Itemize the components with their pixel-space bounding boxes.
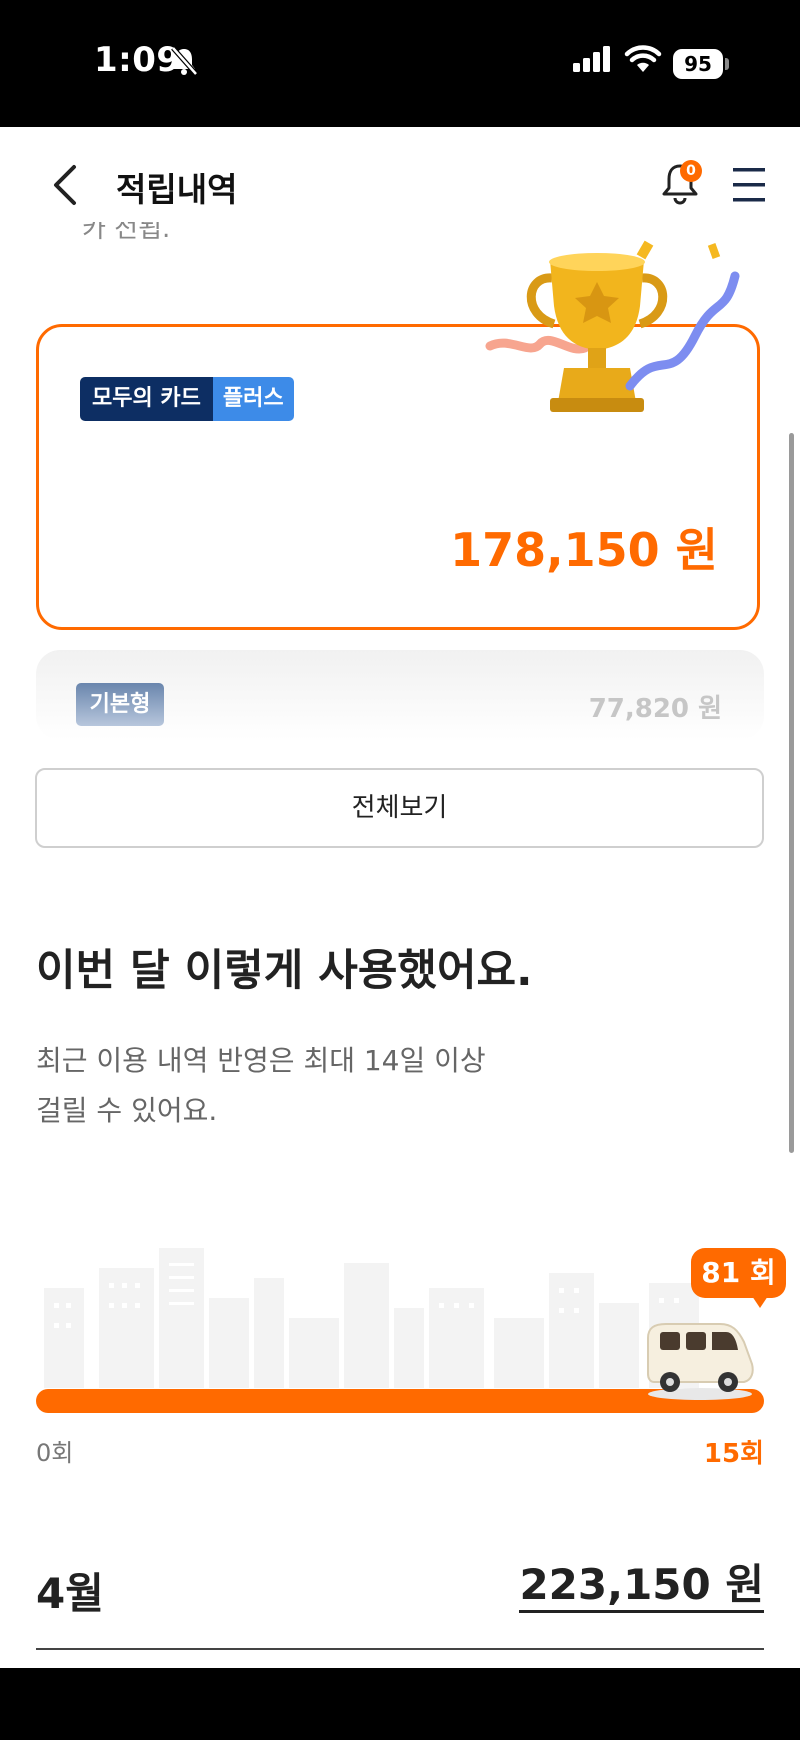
hamburger-menu-icon[interactable] (731, 165, 767, 205)
scrollbar[interactable] (789, 433, 794, 1153)
month-label: 4월 (36, 1569, 104, 1618)
plus-card-tag: 모두의 카드 플러스 (80, 377, 294, 421)
plus-card-amount: 178,150 원 (450, 523, 718, 577)
tag-secondary: 플러스 (212, 377, 294, 421)
wifi-icon (624, 45, 662, 72)
usage-notice: 최근 이용 내역 반영은 최대 14일 이상 걸릴 수 있어요. (36, 1036, 486, 1136)
notification-badge: 0 (680, 160, 702, 182)
view-all-button[interactable]: 전체보기 (35, 768, 764, 848)
scrolled-text-fragment: 카 전됩. (82, 222, 171, 242)
bottom-bar (0, 1668, 800, 1740)
van-icon (647, 1323, 754, 1400)
battery-indicator: 95 (673, 49, 723, 79)
status-time: 1:09 (94, 40, 181, 80)
city-skyline-illustration (44, 1248, 699, 1388)
tag-primary: 모두의 카드 (80, 377, 213, 421)
battery-tip (725, 58, 729, 70)
month-total-amount[interactable]: 223,150 원 (519, 1560, 764, 1613)
app-header: 적립내역 (0, 127, 800, 237)
section-divider (36, 1648, 764, 1650)
usage-count-bubble: 81 회 (691, 1248, 786, 1298)
basic-card-tag: 기본형 (76, 683, 164, 726)
page-title: 적립내역 (116, 170, 238, 209)
silent-mode-icon (171, 46, 198, 76)
progress-max-label: 15회 (703, 1439, 764, 1469)
progress-min-label: 0회 (36, 1439, 74, 1467)
trophy-icon (485, 240, 740, 412)
usage-heading: 이번 달 이렇게 사용했어요. (36, 946, 533, 996)
status-bar: 1:09 95 (0, 0, 800, 127)
usage-notice-line1: 최근 이용 내역 반영은 최대 14일 이상 (36, 1044, 486, 1077)
basic-card-amount: 77,820 원 (588, 694, 722, 724)
usage-notice-line2: 걸릴 수 있어요. (36, 1094, 218, 1127)
back-arrow-icon[interactable] (50, 163, 80, 207)
bubble-tail (752, 1296, 768, 1308)
cellular-signal-icon (573, 46, 610, 72)
